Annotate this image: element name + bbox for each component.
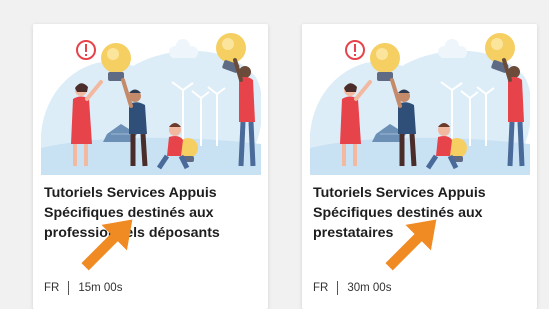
course-card-prestataires[interactable]: Tutoriels Services Appuis Spécifiques de… (302, 24, 537, 309)
meta-divider (68, 281, 70, 295)
card-title-line: Tutoriels Services Appuis (313, 185, 486, 201)
course-thumbnail-illustration (310, 30, 530, 175)
orange-arrow-icon (71, 214, 141, 274)
card-title-line: Tutoriels Services Appuis (44, 185, 217, 201)
duration-label: 30m 00s (347, 282, 392, 294)
people-lightbulbs-illustration-icon (310, 30, 530, 175)
language-label: FR (313, 282, 329, 294)
orange-arrow-icon (375, 214, 445, 274)
course-card-professionnels[interactable]: Tutoriels Services Appuis Spécifiques de… (33, 24, 268, 309)
card-meta: FR 30m 00s (313, 281, 391, 295)
people-lightbulbs-illustration-icon (41, 30, 261, 175)
card-meta: FR 15m 00s (44, 281, 122, 295)
language-label: FR (44, 282, 60, 294)
meta-divider (337, 281, 339, 295)
duration-label: 15m 00s (78, 282, 123, 294)
course-thumbnail-illustration (41, 30, 261, 175)
